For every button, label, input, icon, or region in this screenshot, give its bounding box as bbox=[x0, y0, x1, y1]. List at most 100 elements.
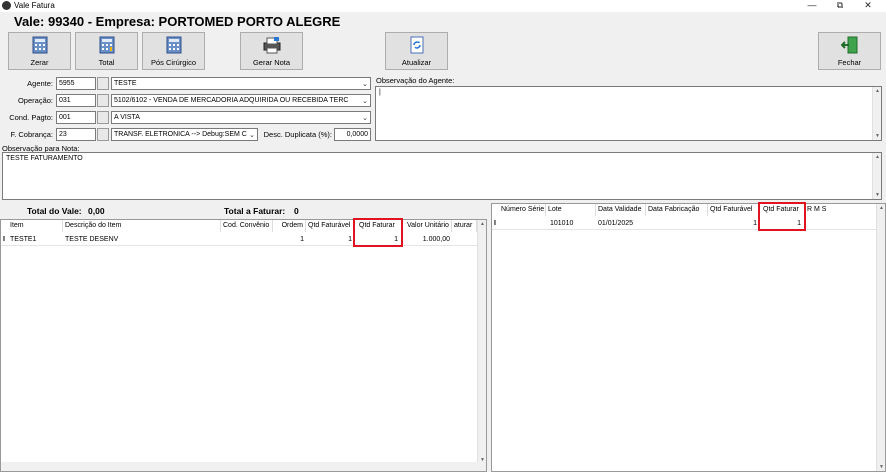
exit-door-icon bbox=[840, 36, 857, 54]
close-icon[interactable]: ✕ bbox=[854, 0, 882, 12]
zerar-label: Zerar bbox=[30, 58, 49, 67]
cobranca-name: TRANSF. ELETRONICA --> Debug:SEM C bbox=[114, 131, 247, 138]
cell-lote[interactable]: 101010 bbox=[548, 218, 596, 229]
highlight-qtd-faturar-right bbox=[758, 202, 806, 231]
cell-data-fabricacao[interactable] bbox=[646, 218, 708, 229]
refresh-icon bbox=[410, 36, 423, 54]
scroll-up-icon[interactable]: ▲ bbox=[873, 88, 882, 94]
print-invoice-icon bbox=[263, 37, 280, 54]
total-faturar-label: Total a Faturar: bbox=[224, 206, 286, 216]
highlight-qtd-faturar-left bbox=[353, 218, 403, 247]
chevron-down-icon: ⌄ bbox=[249, 132, 255, 139]
obs-nota-value: TESTE FATURAMENTO bbox=[6, 155, 83, 162]
cell-item[interactable]: TESTE1 bbox=[8, 234, 63, 245]
atualizar-button[interactable]: Atualizar bbox=[385, 32, 448, 70]
obs-nota-field[interactable]: TESTE FATURAMENTO ▲ ▼ bbox=[2, 152, 882, 200]
operacao-label: Operação: bbox=[17, 96, 53, 105]
desc-duplicata-field[interactable]: 0,0000 bbox=[334, 128, 371, 141]
col-header-data-fabricacao[interactable]: Data Fabricação bbox=[646, 204, 708, 216]
obs-agente-field[interactable]: | ▲ ▼ bbox=[375, 86, 882, 141]
gerar-nota-button[interactable]: Gerar Nota bbox=[240, 32, 303, 70]
agente-combo[interactable]: TESTE ⌄ bbox=[111, 77, 371, 90]
operacao-code-field[interactable]: 031 bbox=[56, 94, 96, 107]
col-header-descricao[interactable]: Descrição do Item bbox=[63, 220, 221, 232]
calculator-icon bbox=[32, 36, 47, 54]
cond-pagto-name: A VISTA bbox=[114, 114, 140, 121]
col-header-faturar[interactable]: aturar bbox=[452, 220, 477, 232]
pos-cirurgico-button[interactable]: Pós Cirúrgico bbox=[142, 32, 205, 70]
scroll-down-icon[interactable]: ▼ bbox=[877, 464, 885, 470]
col-header-qtd-faturavel[interactable]: Qtd Faturável bbox=[708, 204, 759, 216]
agente-label: Agente: bbox=[27, 79, 53, 88]
agente-lookup-icon[interactable] bbox=[97, 77, 109, 90]
page-title: Vale: 99340 - Empresa: PORTOMED PORTO AL… bbox=[14, 14, 341, 29]
calculator-icon bbox=[99, 36, 114, 54]
col-header-valor-unitario[interactable]: Valor Unitário bbox=[405, 220, 452, 232]
lots-grid[interactable]: Número Série Lote Data Validade Data Fab… bbox=[491, 203, 886, 472]
items-vscrollbar[interactable]: ▲ ▼ bbox=[477, 220, 486, 464]
cell-numero-serie[interactable] bbox=[501, 218, 546, 229]
agente-code-field[interactable]: 5955 bbox=[56, 77, 96, 90]
col-header-numero-serie[interactable]: Número Série bbox=[492, 204, 546, 216]
cell-data-validade[interactable]: 01/01/2025 bbox=[596, 218, 646, 229]
lots-vscrollbar[interactable]: ▲ ▼ bbox=[876, 204, 885, 471]
desc-duplicata-label: Desc. Duplicata (%): bbox=[263, 130, 332, 139]
total-vale-value: 0,00 bbox=[88, 206, 105, 216]
minimize-icon[interactable]: — bbox=[798, 0, 826, 12]
scroll-down-icon[interactable]: ▼ bbox=[873, 192, 882, 198]
col-header-qtd-faturavel[interactable]: Qtd Faturável bbox=[306, 220, 354, 232]
operacao-combo[interactable]: 5102/6102 - VENDA DE MERCADORIA ADQUIRID… bbox=[111, 94, 371, 107]
col-header-item[interactable]: Item bbox=[1, 220, 63, 232]
obs-agente-label: Observação do Agente: bbox=[376, 76, 455, 85]
obs-nota-scrollbar[interactable]: ▲ ▼ bbox=[872, 153, 881, 199]
cell-valor-unitario[interactable]: 1.000,00 bbox=[405, 234, 452, 245]
fechar-button[interactable]: Fechar bbox=[818, 32, 881, 70]
col-header-lote[interactable]: Lote bbox=[546, 204, 596, 216]
col-header-convenio[interactable]: Cod. Convênio bbox=[221, 220, 273, 232]
restore-icon[interactable]: ⧉ bbox=[826, 0, 854, 12]
title-bar: Vale Fatura — ⧉ ✕ bbox=[0, 0, 886, 12]
cond-pagto-label: Cond. Pagto: bbox=[9, 113, 53, 122]
table-row[interactable]: I 101010 01/01/2025 1 1 bbox=[492, 218, 876, 229]
items-grid[interactable]: Item Descrição do Item Cod. Convênio Ord… bbox=[0, 219, 487, 472]
col-header-ordem[interactable]: Ordem bbox=[273, 220, 306, 232]
window-title: Vale Fatura bbox=[14, 1, 55, 10]
cond-pagto-combo[interactable]: A VISTA ⌄ bbox=[111, 111, 371, 124]
items-hscrollbar[interactable] bbox=[1, 462, 486, 471]
col-header-data-validade[interactable]: Data Validade bbox=[596, 204, 646, 216]
obs-agente-scrollbar[interactable]: ▲ ▼ bbox=[872, 87, 881, 140]
cobranca-lookup-icon[interactable] bbox=[97, 128, 109, 141]
cobranca-label: F. Cobrança: bbox=[10, 130, 53, 139]
cell-convenio[interactable] bbox=[221, 234, 273, 245]
cell-descricao[interactable]: TESTE DESENV bbox=[63, 234, 221, 245]
app-icon bbox=[2, 1, 11, 10]
total-vale-label: Total do Vale: bbox=[27, 206, 82, 216]
total-button[interactable]: Total bbox=[75, 32, 138, 70]
chevron-down-icon: ⌄ bbox=[362, 81, 368, 88]
total-label: Total bbox=[98, 58, 115, 67]
operacao-lookup-icon[interactable] bbox=[97, 94, 109, 107]
scroll-up-icon[interactable]: ▲ bbox=[478, 221, 486, 227]
fechar-label: Fechar bbox=[837, 58, 862, 67]
cobranca-combo[interactable]: TRANSF. ELETRONICA --> Debug:SEM C ⌄ bbox=[111, 128, 258, 141]
chevron-down-icon: ⌄ bbox=[362, 98, 368, 105]
cond-pagto-lookup-icon[interactable] bbox=[97, 111, 109, 124]
scroll-up-icon[interactable]: ▲ bbox=[877, 205, 885, 211]
operacao-name: 5102/6102 - VENDA DE MERCADORIA ADQUIRID… bbox=[114, 97, 349, 104]
gerar-nota-label: Gerar Nota bbox=[252, 58, 291, 67]
atualizar-label: Atualizar bbox=[401, 58, 432, 67]
agente-name: TESTE bbox=[114, 80, 137, 87]
cell-qtd-faturavel[interactable]: 1 bbox=[708, 218, 759, 229]
cell-qtd-faturavel[interactable]: 1 bbox=[306, 234, 354, 245]
total-faturar-value: 0 bbox=[294, 206, 299, 216]
cobranca-code-field[interactable]: 23 bbox=[56, 128, 96, 141]
scroll-up-icon[interactable]: ▲ bbox=[873, 154, 882, 160]
col-header-rms[interactable]: R M S bbox=[805, 204, 875, 216]
cond-pagto-code-field[interactable]: 001 bbox=[56, 111, 96, 124]
calculator-icon bbox=[166, 36, 181, 54]
table-row[interactable]: I TESTE1 TESTE DESENV 1 1 1 1.000,00 bbox=[1, 234, 477, 245]
zerar-button[interactable]: Zerar bbox=[8, 32, 71, 70]
scroll-down-icon[interactable]: ▼ bbox=[873, 133, 882, 139]
chevron-down-icon: ⌄ bbox=[362, 115, 368, 122]
cell-ordem[interactable]: 1 bbox=[273, 234, 306, 245]
